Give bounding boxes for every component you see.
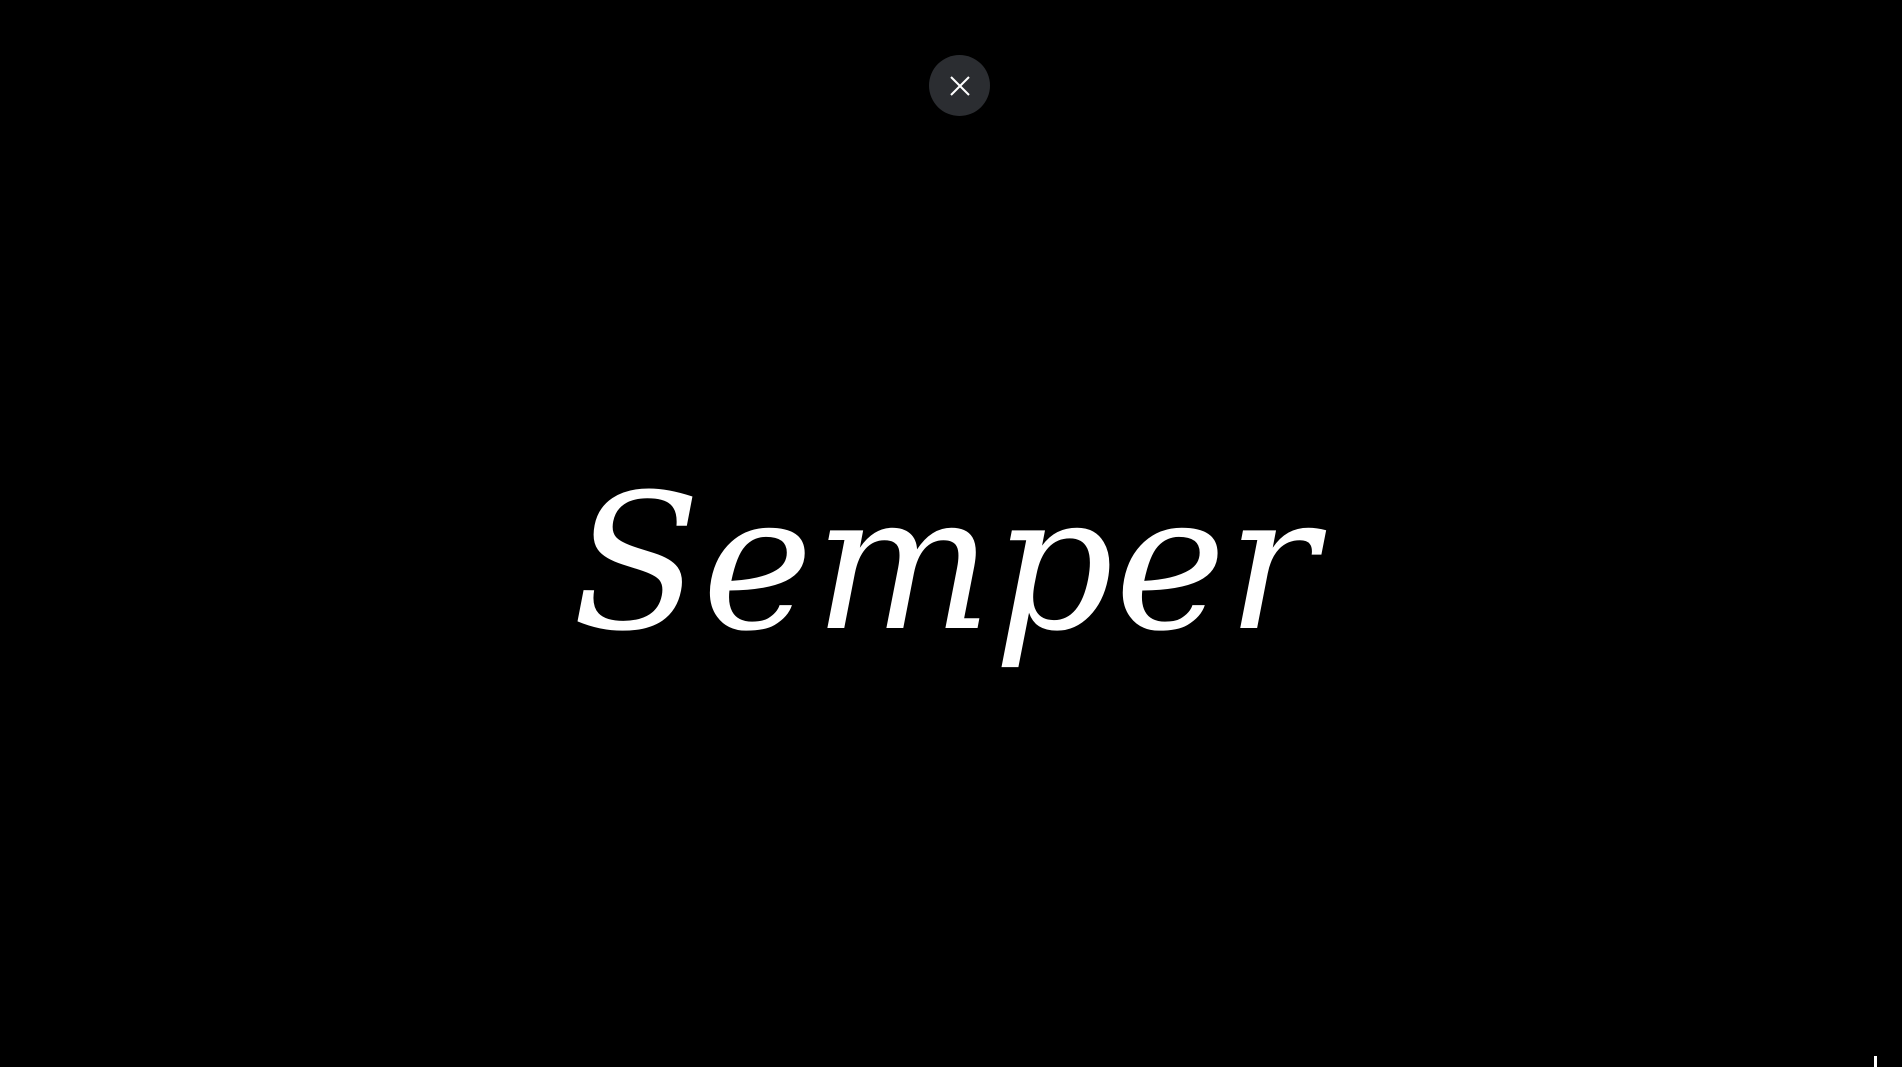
splash-overlay: Semper: [0, 0, 1902, 1067]
brand-wordmark: Semper: [572, 454, 1318, 673]
close-icon: [948, 74, 972, 98]
scroll-indicator: [1874, 1056, 1877, 1067]
close-button[interactable]: [929, 55, 990, 116]
